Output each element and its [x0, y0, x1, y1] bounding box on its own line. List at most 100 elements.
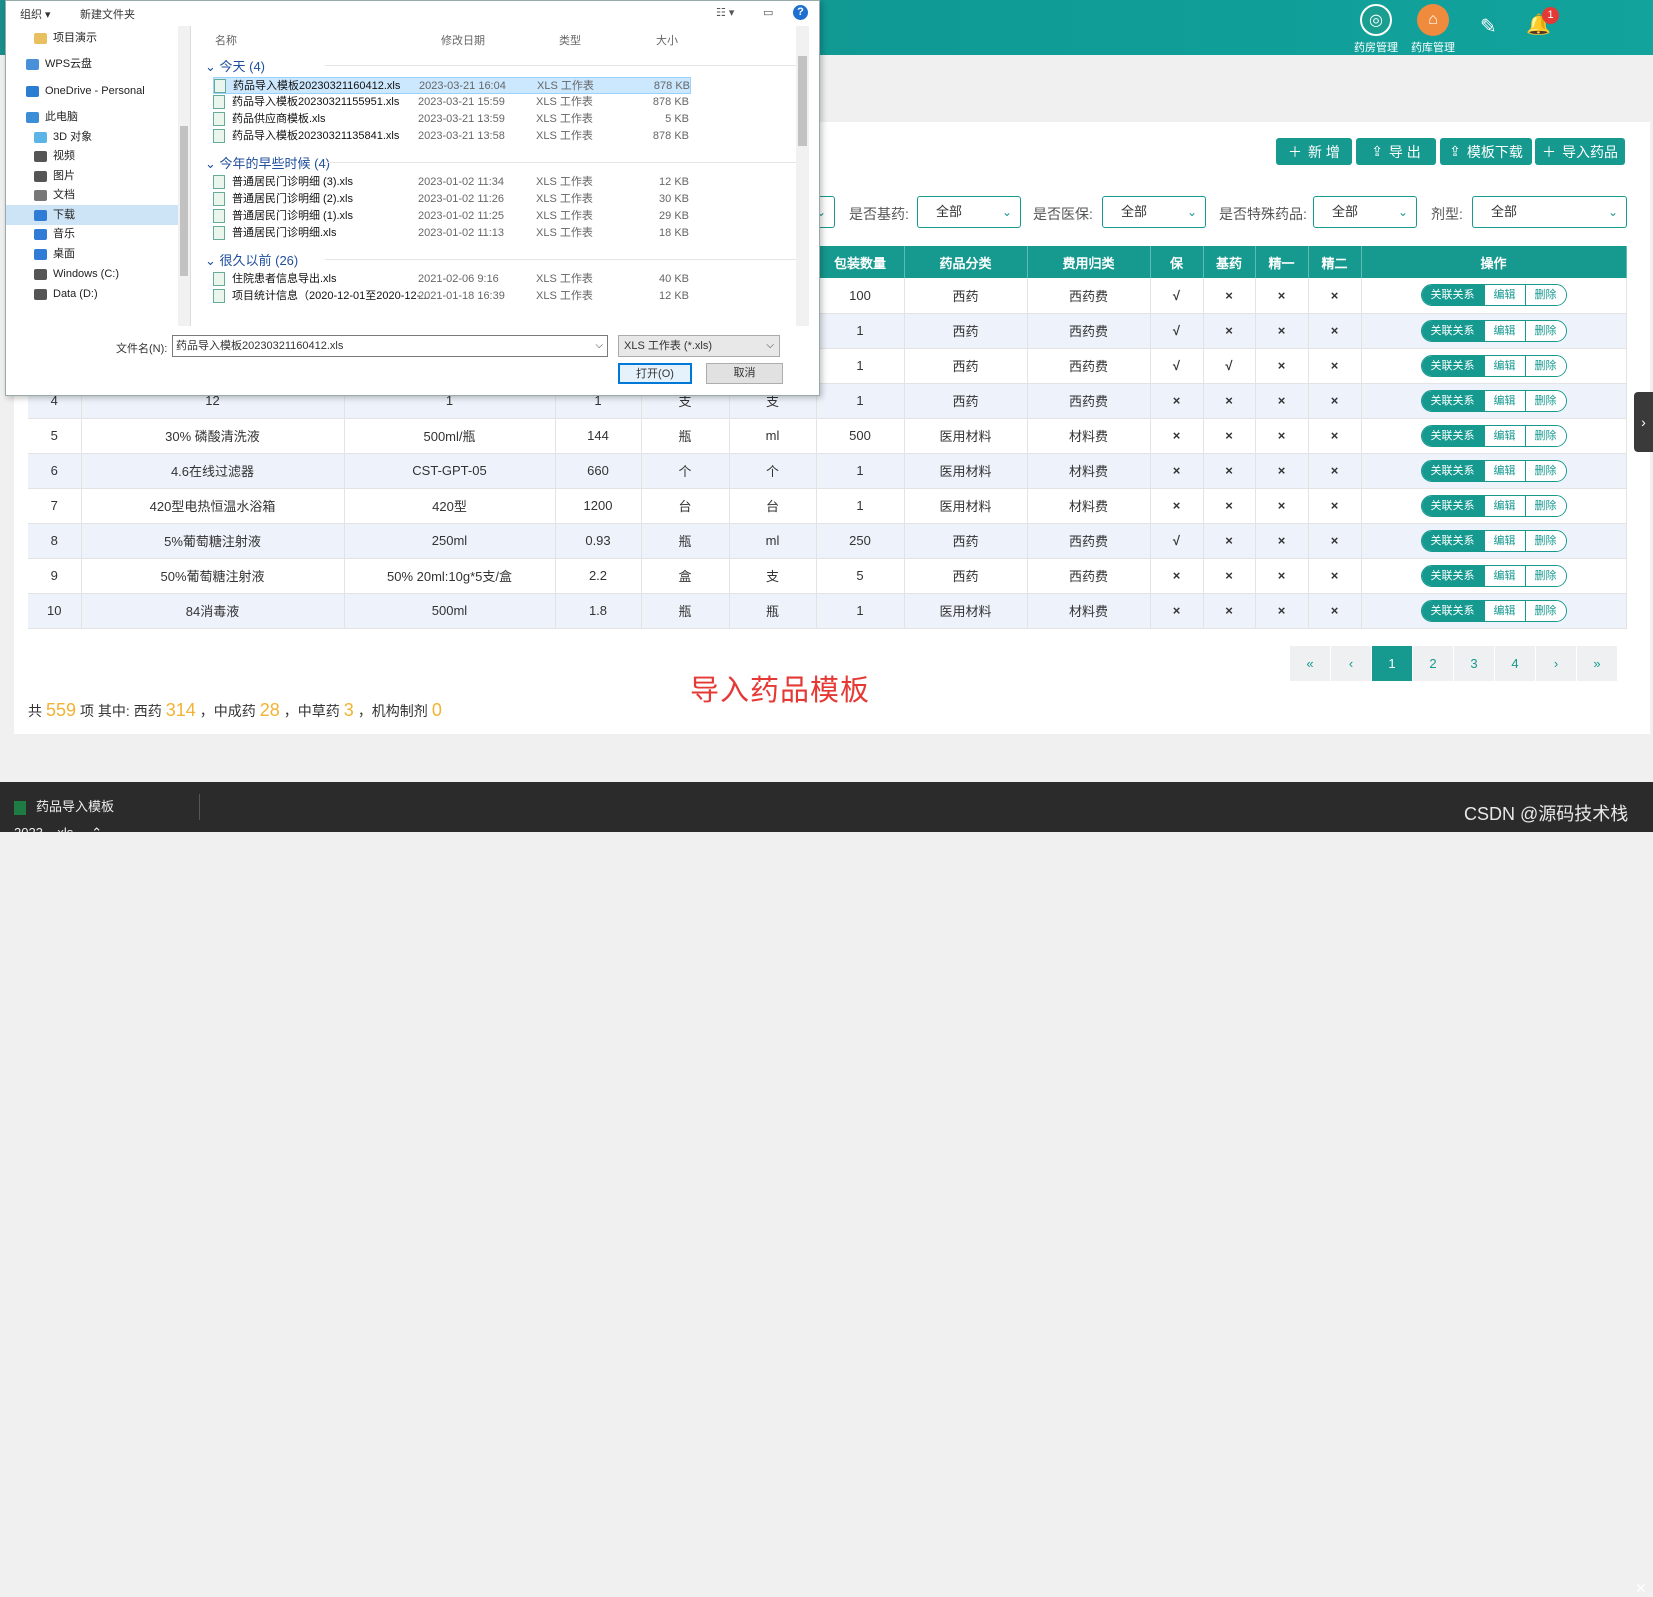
delete-button[interactable]: 删除 — [1524, 495, 1566, 516]
file-row[interactable]: 普通居民门诊明细 (1).xls 2023-01-02 11:25 XLS 工作表 2… — [213, 208, 691, 225]
template-download-button[interactable]: ⇪ 模板下载 — [1440, 138, 1532, 165]
relation-button[interactable]: 关联关系 — [1421, 530, 1484, 551]
delete-button[interactable]: 删除 — [1524, 565, 1566, 586]
organize-button[interactable]: 组织 ▾ — [20, 6, 51, 22]
delete-button[interactable]: 删除 — [1524, 425, 1566, 446]
delete-button[interactable]: 删除 — [1524, 320, 1566, 341]
nav-item[interactable]: 音乐 — [6, 224, 178, 244]
nav-item[interactable]: OneDrive - Personal — [6, 81, 178, 101]
page-button[interactable]: ‹ — [1331, 646, 1372, 681]
chevron-down-icon[interactable]: ⌵ — [595, 336, 603, 356]
file-scroll-thumb[interactable] — [798, 56, 807, 146]
page-button[interactable]: « — [1290, 646, 1331, 681]
nav-item[interactable]: 桌面 — [6, 244, 178, 264]
nav-item[interactable]: 图片 — [6, 166, 178, 186]
page-button[interactable]: › — [1536, 646, 1577, 681]
col-size[interactable]: 大小 — [656, 32, 678, 48]
import-button[interactable]: ＋ 导入药品 — [1535, 138, 1625, 165]
file-scrollbar[interactable] — [796, 26, 809, 326]
edit-button[interactable]: 编辑 — [1483, 565, 1525, 586]
edit-button[interactable]: 编辑 — [1483, 390, 1525, 411]
edit-button[interactable]: 编辑 — [1483, 320, 1525, 341]
file-row[interactable]: 项目统计信息（2020-12-01至2020-12-... 2021-01-18 … — [213, 288, 691, 305]
chevron-up-icon[interactable]: ⌃ — [91, 825, 102, 840]
page-button[interactable]: 2 — [1413, 646, 1454, 681]
nav-scroll-thumb[interactable] — [180, 126, 188, 276]
new-folder-button[interactable]: 新建文件夹 — [80, 6, 135, 22]
close-icon[interactable]: ✕ — [1635, 1580, 1647, 1597]
add-button[interactable]: ＋ 新 增 — [1276, 138, 1352, 165]
edit-button[interactable]: 编辑 — [1483, 495, 1525, 516]
delete-button[interactable]: 删除 — [1524, 460, 1566, 481]
col-type[interactable]: 类型 — [559, 32, 581, 48]
nav-item[interactable]: 3D 对象 — [6, 127, 178, 147]
file-row[interactable]: 药品导入模板20230321155951.xls 2023-03-21 15:59… — [213, 94, 691, 111]
edit-button[interactable]: 编辑 — [1483, 285, 1525, 306]
relation-button[interactable]: 关联关系 — [1421, 390, 1484, 411]
delete-button[interactable]: 删除 — [1524, 355, 1566, 376]
file-row[interactable]: 药品导入模板20230321160412.xls 2023-03-21 16:04… — [213, 77, 691, 94]
export-button[interactable]: ⇪ 导 出 — [1356, 138, 1436, 165]
edit-button[interactable]: 编辑 — [1483, 530, 1525, 551]
filter-select-dosage[interactable]: 全部 ⌄ — [1472, 196, 1627, 228]
file-group-header[interactable]: ⌄ 今年的早些时候 (4) — [205, 153, 806, 172]
file-name: 普通居民门诊明细.xls — [213, 225, 337, 242]
relation-button[interactable]: 关联关系 — [1421, 285, 1484, 306]
filename-input[interactable]: 药品导入模板20230321160412.xls ⌵ — [172, 335, 608, 357]
delete-button[interactable]: 删除 — [1524, 600, 1566, 621]
filter-select-special[interactable]: 全部 ⌄ — [1313, 196, 1417, 228]
page-button[interactable]: 1 — [1372, 646, 1413, 681]
page-button[interactable]: » — [1577, 646, 1618, 681]
nav-item[interactable]: WPS云盘 — [6, 54, 178, 74]
edit-button[interactable]: 编辑 — [1483, 460, 1525, 481]
file-row[interactable]: 普通居民门诊明细 (3).xls 2023-01-02 11:34 XLS 工作表 1… — [213, 174, 691, 191]
edit-button[interactable]: 编辑 — [1483, 425, 1525, 446]
nav-item[interactable]: 此电脑 — [6, 107, 178, 127]
nav-item[interactable]: 文档 — [6, 185, 178, 205]
delete-button[interactable]: 删除 — [1524, 390, 1566, 411]
file-row[interactable]: 普通居民门诊明细 (2).xls 2023-01-02 11:26 XLS 工作表 3… — [213, 191, 691, 208]
open-button[interactable]: 打开(O) — [618, 363, 692, 384]
relation-button[interactable]: 关联关系 — [1421, 600, 1484, 621]
nav-item[interactable]: 项目演示 — [6, 28, 178, 48]
file-row[interactable]: 普通居民门诊明细.xls 2023-01-02 11:13 XLS 工作表 18 KB — [213, 225, 691, 242]
nav-scrollbar[interactable] — [178, 26, 190, 326]
nav-item[interactable]: 视频 — [6, 146, 178, 166]
nav-item[interactable]: Windows (C:) — [6, 264, 178, 284]
relation-button[interactable]: 关联关系 — [1421, 495, 1484, 516]
help-icon[interactable]: ? — [793, 5, 808, 20]
preview-pane-icon[interactable]: ▭ — [763, 6, 773, 19]
filetype-select[interactable]: XLS 工作表 (*.xls) ⌵ — [618, 335, 780, 357]
nav-item[interactable]: Data (D:) — [6, 284, 178, 304]
relation-button[interactable]: 关联关系 — [1421, 460, 1484, 481]
file-row[interactable]: 药品供应商模板.xls 2023-03-21 13:59 XLS 工作表 5 KB — [213, 111, 691, 128]
col-name[interactable]: 名称 — [215, 32, 237, 48]
nav-item[interactable]: 下载 — [6, 205, 178, 225]
view-options-icon[interactable]: ☷ ▾ — [716, 6, 734, 19]
file-row[interactable]: 药品导入模板20230321135841.xls 2023-03-21 13:58… — [213, 128, 691, 145]
col-date[interactable]: 修改日期 — [441, 32, 485, 48]
delete-button[interactable]: 删除 — [1524, 285, 1566, 306]
download-item[interactable]: 药品导入模板2023....xls ⌃ — [14, 794, 200, 840]
cross-icon: × — [1255, 558, 1309, 594]
page-button[interactable]: 4 — [1495, 646, 1536, 681]
filter-select-insurance[interactable]: 全部 ⌄ — [1102, 196, 1206, 228]
page-button[interactable]: 3 — [1454, 646, 1495, 681]
bell-icon[interactable]: 🔔 1 — [1526, 7, 1559, 37]
chevron-right-icon[interactable]: › — [1634, 392, 1653, 452]
relation-button[interactable]: 关联关系 — [1421, 320, 1484, 341]
cancel-button[interactable]: 取消 — [706, 363, 783, 384]
edit-button[interactable]: 编辑 — [1483, 600, 1525, 621]
warehouse-button[interactable]: ⌂ 药库管理 — [1405, 4, 1461, 55]
pharmacy-button[interactable]: ◎ 药房管理 — [1348, 4, 1404, 55]
file-group-header[interactable]: ⌄ 很久以前 (26) — [205, 250, 807, 269]
relation-button[interactable]: 关联关系 — [1421, 425, 1484, 446]
delete-button[interactable]: 删除 — [1524, 530, 1566, 551]
file-row[interactable]: 住院患者信息导出.xls 2021-02-06 9:16 XLS 工作表 40 KB — [213, 271, 691, 288]
filter-select-essential[interactable]: 全部 ⌄ — [917, 196, 1021, 228]
pencil-icon[interactable]: ✎ — [1480, 14, 1497, 39]
file-group-header[interactable]: ⌄ 今天 (4) — [205, 56, 806, 75]
relation-button[interactable]: 关联关系 — [1421, 565, 1484, 586]
relation-button[interactable]: 关联关系 — [1421, 355, 1484, 376]
edit-button[interactable]: 编辑 — [1483, 355, 1525, 376]
